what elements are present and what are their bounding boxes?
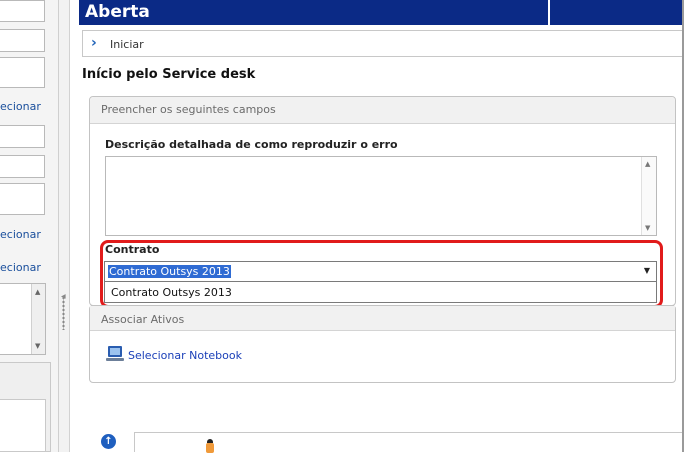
breadcrumb-iniciar[interactable]: Iniciar bbox=[110, 38, 144, 51]
description-textarea[interactable] bbox=[105, 156, 657, 236]
left-bottom-panel-body bbox=[0, 399, 46, 451]
left-select-link-3[interactable]: ecionar bbox=[0, 261, 56, 274]
scroll-down-icon[interactable]: ▼ bbox=[35, 342, 40, 350]
dropdown-arrow-icon[interactable]: ▼ bbox=[644, 266, 650, 275]
left-input-5[interactable] bbox=[0, 155, 45, 178]
left-input-3[interactable] bbox=[0, 57, 45, 88]
left-input-6[interactable] bbox=[0, 183, 45, 215]
contract-select[interactable]: Contrato Outsys 2013 ▼ bbox=[104, 261, 657, 282]
assets-panel-header: Associar Ativos bbox=[90, 306, 675, 331]
description-label: Descrição detalhada de como reproduzir o… bbox=[105, 138, 398, 151]
scroll-up-icon[interactable]: ▲ bbox=[35, 288, 40, 296]
left-input-1[interactable] bbox=[0, 0, 45, 22]
assets-panel-title: Associar Ativos bbox=[101, 313, 185, 326]
scroll-top-icon[interactable]: ↑ bbox=[101, 434, 116, 449]
title-divider bbox=[548, 0, 550, 25]
splitter-grip-icon[interactable] bbox=[62, 296, 65, 330]
fields-panel-title: Preencher os seguintes campos bbox=[101, 103, 276, 116]
chevron-right-icon: › bbox=[91, 35, 97, 51]
left-list-box[interactable]: ▲ ▼ bbox=[0, 283, 46, 355]
left-pane: ecionar ecionar ecionar ▲ ▼ bbox=[0, 0, 59, 452]
fields-panel-header: Preencher os seguintes campos bbox=[90, 97, 675, 124]
select-notebook-link[interactable]: Selecionar Notebook bbox=[128, 349, 242, 362]
left-input-2[interactable] bbox=[0, 29, 45, 52]
notebook-icon bbox=[106, 346, 124, 361]
left-bottom-panel bbox=[0, 362, 51, 452]
left-list-scrollbar[interactable]: ▲ ▼ bbox=[31, 284, 45, 354]
section-title: Início pelo Service desk bbox=[82, 67, 256, 82]
breadcrumb: › Iniciar bbox=[82, 30, 682, 57]
page-title: Aberta bbox=[85, 2, 150, 22]
person-icon bbox=[205, 439, 214, 453]
pane-splitter[interactable]: ◀ bbox=[59, 0, 70, 452]
contract-label: Contrato bbox=[105, 243, 160, 256]
assets-panel: Associar Ativos Selecionar Notebook bbox=[89, 305, 676, 383]
contract-dropdown-list: Contrato Outsys 2013 bbox=[104, 282, 657, 303]
title-bar: Aberta bbox=[79, 0, 684, 25]
contract-option[interactable]: Contrato Outsys 2013 bbox=[111, 286, 232, 299]
left-select-link-2[interactable]: ecionar bbox=[0, 228, 56, 241]
bottom-box bbox=[134, 432, 684, 453]
contract-selected-value: Contrato Outsys 2013 bbox=[108, 265, 231, 278]
left-input-4[interactable] bbox=[0, 125, 45, 148]
left-select-link-1[interactable]: ecionar bbox=[0, 100, 56, 113]
